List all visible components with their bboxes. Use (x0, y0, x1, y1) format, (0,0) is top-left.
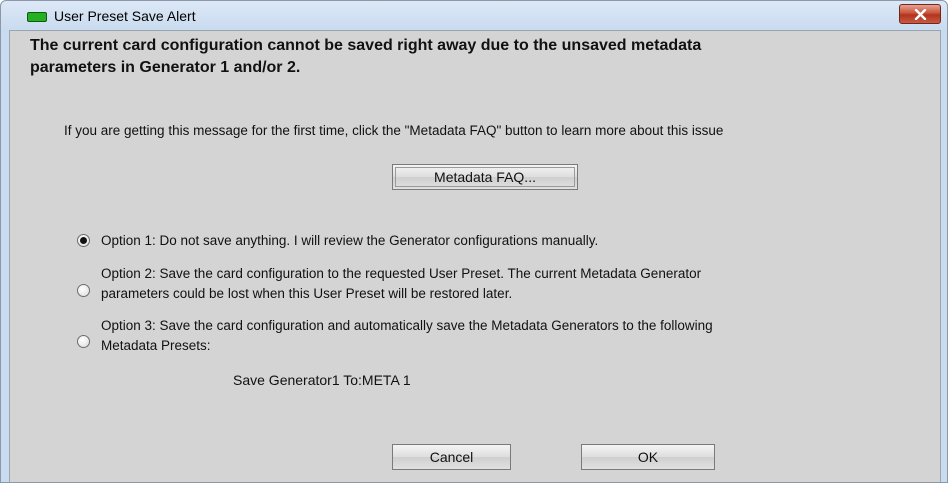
metadata-faq-button-label: Metadata FAQ... (395, 167, 575, 187)
user-preset-save-alert-dialog: User Preset Save Alert The current card … (0, 0, 948, 483)
option-3-line-1: Option 3: Save the card configuration an… (101, 318, 713, 333)
headline-message: The current card configuration cannot be… (30, 35, 890, 79)
title-bar[interactable]: User Preset Save Alert (1, 1, 947, 31)
option-2-line-1: Option 2: Save the card configuration to… (101, 266, 702, 281)
option-2-radio[interactable] (77, 284, 90, 297)
option-1-line-1: Option 1: Do not save anything. I will r… (101, 233, 599, 248)
option-1-label[interactable]: Option 1: Do not save anything. I will r… (101, 231, 598, 251)
info-message: If you are getting this message for the … (64, 123, 724, 138)
option-1-radio[interactable] (77, 234, 90, 247)
generator-preset-line: Save Generator1 To:META 1 (233, 372, 411, 388)
green-led-icon (27, 12, 47, 22)
option-2-label[interactable]: Option 2: Save the card configuration to… (101, 264, 701, 304)
dialog-body (9, 30, 941, 482)
option-3-radio[interactable] (77, 335, 90, 348)
option-3-label[interactable]: Option 3: Save the card configuration an… (101, 316, 713, 356)
close-icon (914, 9, 927, 20)
headline-line-2: parameters in Generator 1 and/or 2. (30, 59, 301, 76)
ok-button[interactable]: OK (581, 444, 715, 470)
option-3-line-2: Metadata Presets: (101, 338, 211, 353)
metadata-faq-button[interactable]: Metadata FAQ... (392, 164, 578, 190)
window-title: User Preset Save Alert (54, 8, 196, 24)
cancel-button[interactable]: Cancel (392, 444, 511, 470)
option-2-line-2: parameters could be lost when this User … (101, 286, 513, 301)
headline-line-1: The current card configuration cannot be… (30, 37, 702, 54)
close-button[interactable] (899, 4, 941, 24)
